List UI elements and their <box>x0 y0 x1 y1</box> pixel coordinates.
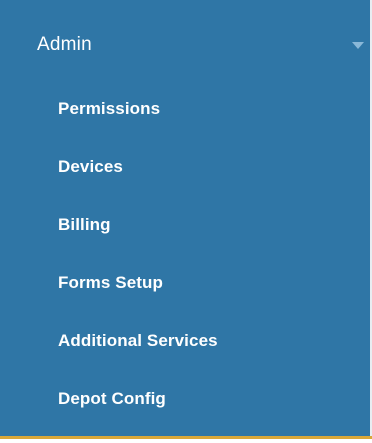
sidebar-item-devices[interactable]: Devices <box>0 142 370 194</box>
sidebar-menu: Admin Permissions Devices Billing Forms … <box>0 0 372 443</box>
bottom-accent-line <box>0 436 372 439</box>
sidebar-item-label: Depot Config <box>58 389 166 408</box>
sidebar-item-label: Forms Setup <box>58 273 164 292</box>
sidebar-item-forms-setup[interactable]: Forms Setup <box>0 258 370 310</box>
admin-menu-panel: Admin Permissions Devices Billing Forms … <box>0 0 372 436</box>
sidebar-item-billing[interactable]: Billing <box>0 200 370 252</box>
sidebar-item-depot-config[interactable]: Depot Config <box>0 374 370 426</box>
sidebar-item-label: Permissions <box>58 99 161 118</box>
chevron-down-icon[interactable] <box>352 42 364 49</box>
admin-menu-title: Admin <box>37 34 92 55</box>
sidebar-item-label: Devices <box>58 157 123 176</box>
admin-menu-header[interactable]: Admin <box>0 18 370 74</box>
sidebar-item-additional-services[interactable]: Additional Services <box>0 316 370 368</box>
sidebar-item-permissions[interactable]: Permissions <box>0 84 370 136</box>
sidebar-item-label: Billing <box>58 215 111 234</box>
sidebar-item-label: Additional Services <box>58 331 218 350</box>
